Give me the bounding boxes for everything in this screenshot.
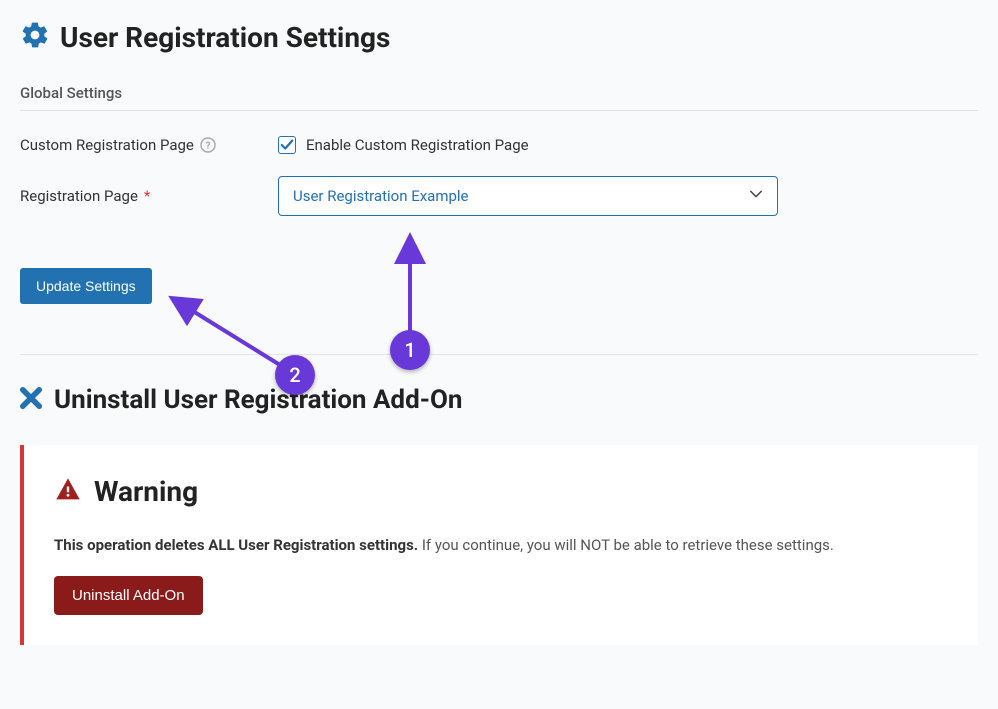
enable-checkbox-label: Enable Custom Registration Page xyxy=(306,136,529,154)
page-title: User Registration Settings xyxy=(20,20,978,54)
uninstall-heading-text: Uninstall User Registration Add-On xyxy=(54,385,462,415)
close-icon xyxy=(20,387,42,413)
custom-registration-label: Custom Registration Page ? xyxy=(20,136,278,154)
warning-panel: Warning This operation deletes ALL User … xyxy=(20,445,978,645)
enable-checkbox-wrapper: Enable Custom Registration Page xyxy=(278,136,529,154)
registration-page-row: Registration Page * User Registration Ex… xyxy=(20,176,978,216)
warning-title: Warning xyxy=(54,475,948,508)
help-icon[interactable]: ? xyxy=(200,137,216,153)
annotation-badge-1: 1 xyxy=(390,330,430,370)
warning-title-text: Warning xyxy=(94,475,198,508)
page-title-text: User Registration Settings xyxy=(60,21,390,54)
uninstall-addon-button[interactable]: Uninstall Add-On xyxy=(54,576,203,615)
registration-page-label: Registration Page * xyxy=(20,187,278,205)
section-divider xyxy=(20,354,978,355)
registration-page-select[interactable]: User Registration Example xyxy=(278,176,778,216)
custom-registration-row: Custom Registration Page ? Enable Custom… xyxy=(20,136,978,154)
annotation-arrow-2 xyxy=(175,300,280,365)
global-settings-label: Global Settings xyxy=(20,84,978,111)
chevron-down-icon xyxy=(749,187,763,205)
warning-text: This operation deletes ALL User Registra… xyxy=(54,536,948,554)
required-asterisk: * xyxy=(144,187,150,205)
svg-text:?: ? xyxy=(205,141,210,152)
warning-icon xyxy=(54,476,82,508)
select-value: User Registration Example xyxy=(293,187,469,205)
gears-icon xyxy=(20,20,50,54)
uninstall-heading: Uninstall User Registration Add-On xyxy=(20,385,978,415)
enable-custom-registration-checkbox[interactable] xyxy=(278,136,296,154)
update-settings-button[interactable]: Update Settings xyxy=(20,268,152,304)
